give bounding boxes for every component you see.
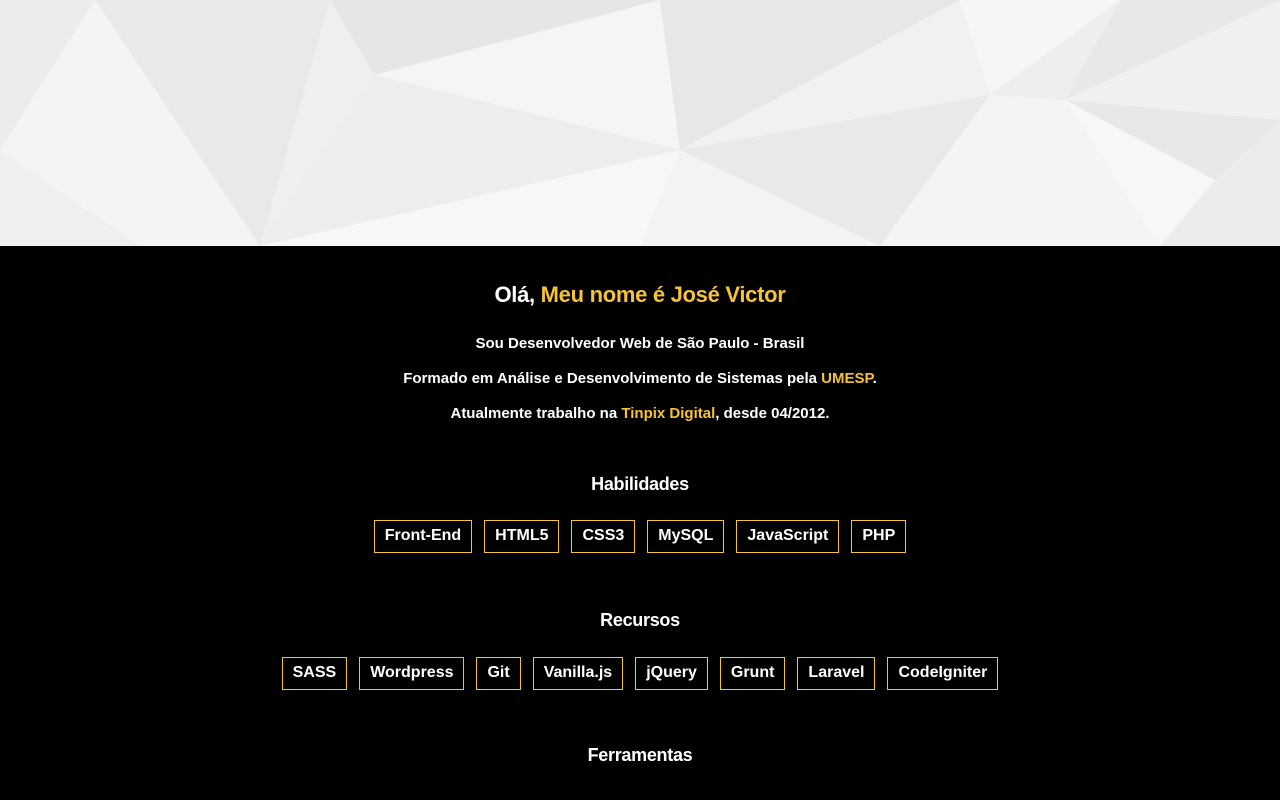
education-text: Formado em Análise e Desenvolvimento de … — [403, 370, 822, 387]
resource-tag[interactable]: jQuery — [635, 657, 708, 690]
skill-tag[interactable]: PHP — [851, 520, 907, 553]
resource-tag[interactable]: Git — [476, 657, 521, 690]
about-section: Olá, Meu nome é José Victor Sou Desenvol… — [0, 246, 1280, 800]
greeting-prefix: Olá, — [494, 282, 541, 307]
skill-tag[interactable]: HTML5 — [484, 520, 560, 553]
skills-title: Habilidades — [591, 474, 689, 494]
resource-tag[interactable]: Laravel — [797, 657, 876, 690]
resource-tag[interactable]: Wordpress — [359, 657, 465, 690]
greeting-heading: Olá, Meu nome é José Victor — [0, 282, 1280, 308]
bio-line-work: Atualmente trabalho na Tinpix Digital, d… — [0, 405, 1280, 422]
bio-line-location: Sou Desenvolvedor Web de São Paulo - Bra… — [475, 335, 805, 352]
umesp-link[interactable]: UMESP — [821, 370, 872, 387]
hero-banner — [0, 0, 1280, 246]
work-suffix: , desde 04/2012. — [715, 405, 830, 422]
resources-title: Recursos — [600, 610, 680, 630]
skills-tag-list: Front-End HTML5 CSS3 MySQL JavaScript PHP — [0, 520, 1280, 553]
skill-tag[interactable]: JavaScript — [736, 520, 840, 553]
skill-tag[interactable]: Front-End — [373, 520, 473, 553]
tinpix-link[interactable]: Tinpix Digital — [621, 405, 715, 422]
skill-tag[interactable]: MySQL — [647, 520, 725, 553]
resource-tag[interactable]: SASS — [281, 657, 348, 690]
work-text: Atualmente trabalho na — [450, 405, 622, 422]
greeting-name: Meu nome é José Victor — [540, 282, 786, 307]
tools-title: Ferramentas — [587, 745, 693, 765]
resource-tag[interactable]: Vanilla.js — [532, 657, 624, 690]
education-suffix: . — [872, 370, 877, 387]
resource-tag[interactable]: CodeIgniter — [887, 657, 999, 690]
resources-tag-list: SASS Wordpress Git Vanilla.js jQuery Grunt Lar… — [0, 657, 1280, 690]
resource-tag[interactable]: Grunt — [719, 657, 786, 690]
low-poly-background — [0, 0, 1280, 246]
skill-tag[interactable]: CSS3 — [571, 520, 636, 553]
bio-line-education: Formado em Análise e Desenvolvimento de … — [0, 370, 1280, 387]
